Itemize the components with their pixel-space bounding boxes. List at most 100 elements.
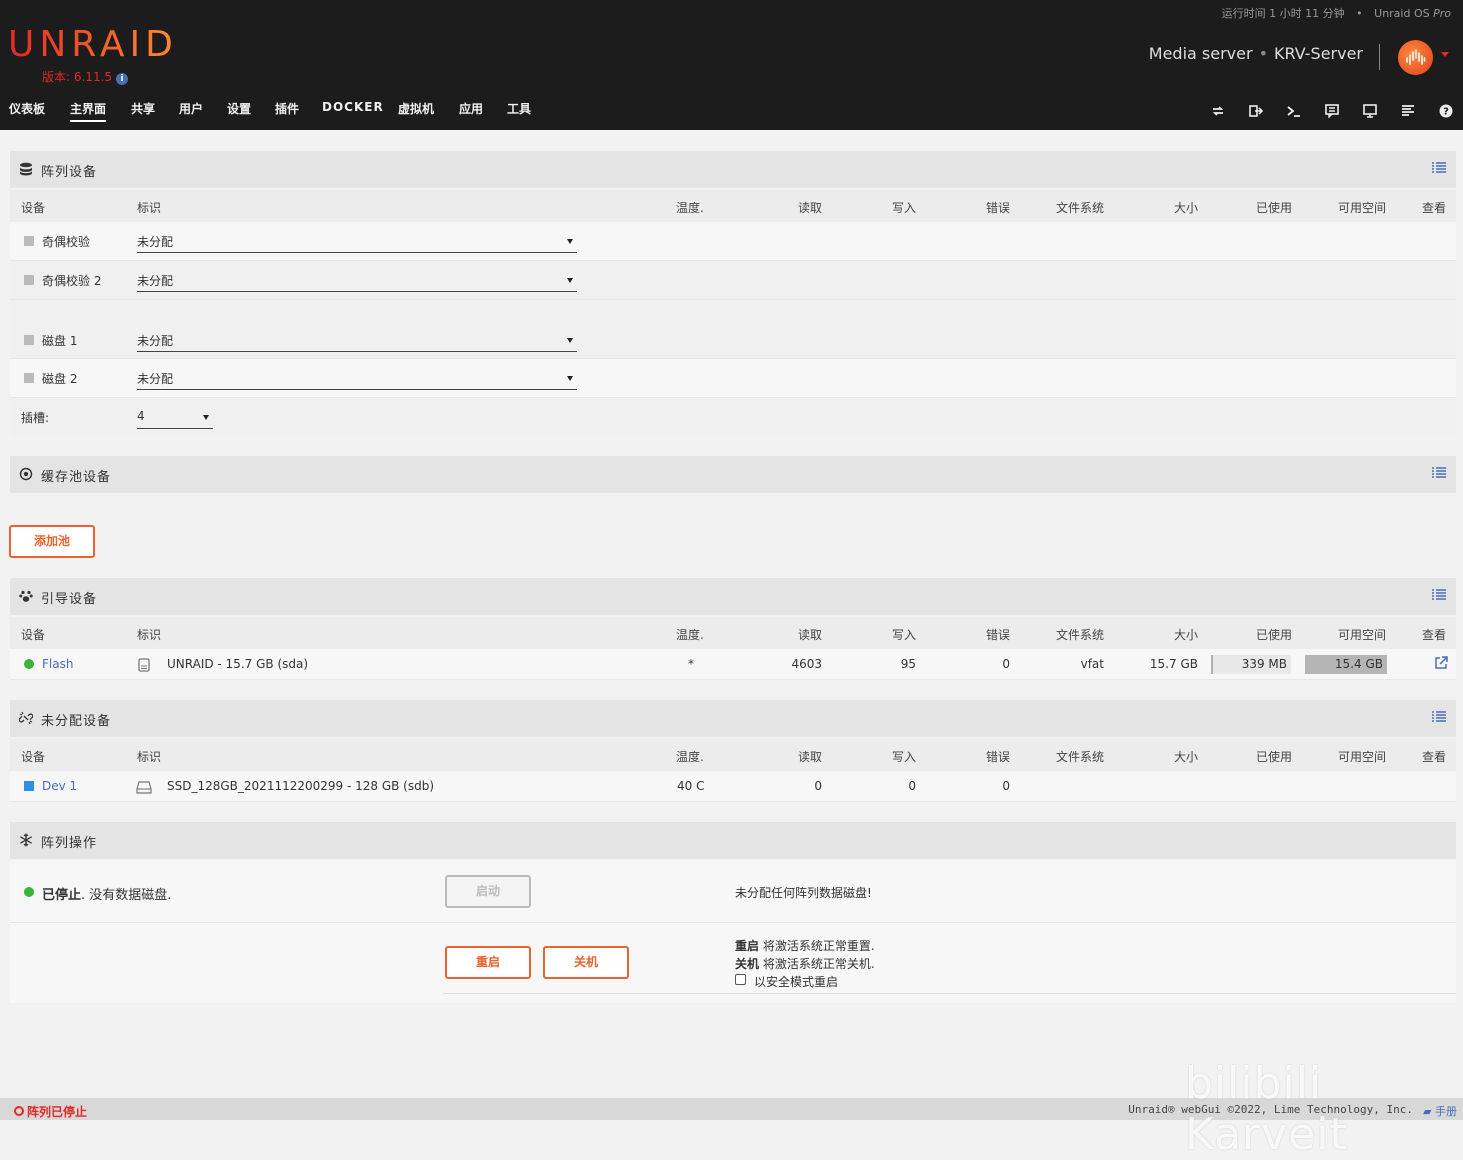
boot-used: 339 MB [1241,657,1287,671]
col-reads: 读取 [797,628,822,642]
hard-drive-icon [136,781,152,794]
list-view-icon[interactable] [1432,711,1446,723]
array-devices-panel-title: 阵列设备 [10,151,1456,188]
reboot-button[interactable]: 重启 [445,946,531,979]
disk2-select[interactable]: 未分配 [137,367,577,390]
user-avatar[interactable] [1398,40,1433,75]
flash-device-link[interactable]: Flash [42,657,73,671]
caret-down-icon [567,239,573,244]
feedback-icon[interactable] [1325,104,1339,118]
logout-icon[interactable] [1249,104,1263,118]
boot-size: 15.7 GB [1149,657,1198,671]
bilibili-watermark: bilibili Karveit [1185,1058,1348,1160]
safe-mode-checkbox[interactable] [735,974,746,985]
select-value: 未分配 [137,372,174,386]
col-free: 可用空间 [1337,201,1386,215]
boot-reads: 4603 [791,657,822,671]
select-value: 未分配 [137,274,174,288]
device-name: 磁盘 1 [42,334,78,348]
free-bar: 15.4 GB [1305,655,1387,674]
caret-down-icon [567,338,573,343]
col-identification: 标识 [137,750,162,764]
snowflake-icon [20,833,32,847]
device-standby-icon [24,781,34,791]
col-used: 已使用 [1255,628,1292,642]
list-view-icon[interactable] [1432,467,1446,479]
paw-icon [19,590,33,602]
external-link-icon[interactable] [1434,656,1448,670]
col-used: 已使用 [1255,201,1292,215]
col-size: 大小 [1173,750,1198,764]
col-identification: 标识 [137,628,162,642]
unraid-logo[interactable]: UNRAID [8,24,178,65]
list-view-icon[interactable] [1432,589,1446,601]
nav-plugins[interactable]: 插件 [275,100,299,117]
uptime-bar: 运行时间 1 小时 11 分钟 • Unraid OS Pro [1221,7,1451,20]
device-name: 磁盘 2 [42,372,78,386]
boot-errors: 0 [1002,657,1010,671]
nav-settings[interactable]: 设置 [227,100,251,117]
col-view: 查看 [1421,628,1446,642]
parity2-select[interactable]: 未分配 [137,269,577,292]
device-status-icon [24,236,34,246]
reboot-note-bold: 重启 [735,939,760,953]
col-free: 可用空间 [1337,628,1386,642]
shutdown-note-bold: 关机 [735,957,760,971]
dev1-errors: 0 [1002,779,1010,793]
boot-temp: * [688,657,694,671]
unraid-avatar-icon [1406,49,1426,65]
terminal-icon[interactable] [1287,104,1301,118]
col-writes: 写入 [891,750,916,764]
parity-select[interactable]: 未分配 [137,230,577,253]
switch-language-icon[interactable] [1211,104,1225,118]
info-monitor-icon[interactable] [1363,104,1377,118]
start-array-button[interactable]: 启动 [445,875,531,908]
safe-mode-label: 以安全模式重启 [754,975,839,989]
dev1-ident: SSD_128GB_2021112200299 - 128 GB (sdb) [167,779,435,793]
disk1-select[interactable]: 未分配 [137,329,577,352]
col-temp: 温度. [676,750,704,764]
col-fs: 文件系统 [1055,750,1104,764]
nav-vms[interactable]: 虚拟机 [398,100,434,117]
log-icon[interactable] [1401,104,1415,118]
nav-shares[interactable]: 共享 [131,100,155,117]
disc-icon [19,467,33,481]
shutdown-button[interactable]: 关机 [543,946,629,979]
col-reads: 读取 [797,750,822,764]
svg-text:?: ? [1443,107,1449,118]
device-name: 奇偶校验 [42,235,91,249]
divider [443,993,1456,994]
col-temp: 温度. [676,201,704,215]
add-pool-button[interactable]: 添加池 [9,525,95,558]
nav-dashboard[interactable]: 仪表板 [9,100,45,117]
help-icon[interactable]: ? [1439,104,1453,118]
array-start-row: 已停止. 没有数据磁盘. 启动 未分配任何阵列数据磁盘! [10,860,1456,923]
select-value: 未分配 [137,235,174,249]
info-icon[interactable]: i [116,73,129,85]
nav-apps[interactable]: 应用 [459,100,483,117]
select-value: 4 [137,409,145,423]
nav-docker[interactable]: DOCKER [322,100,384,114]
boot-fs: vfat [1080,657,1104,671]
edition-text: Unraid OS [1374,7,1430,20]
nav-tools[interactable]: 工具 [507,100,531,117]
server-name: KRV-Server [1274,44,1363,63]
chevron-down-icon[interactable] [1441,52,1449,57]
list-view-icon[interactable] [1432,162,1446,174]
pool-devices-panel-title: 缓存池设备 [10,456,1456,493]
shutdown-note-text: 将激活系统正常关机. [759,957,875,971]
boot-writes: 95 [900,657,916,671]
col-fs: 文件系统 [1055,201,1104,215]
dev1-device-link[interactable]: Dev 1 [42,779,77,793]
panel-title: 未分配设备 [41,714,112,729]
col-device: 设备 [21,628,46,642]
array-status-rest: . 没有数据磁盘. [81,888,172,903]
nav-users[interactable]: 用户 [179,100,203,117]
col-reads: 读取 [797,201,822,215]
nav-main[interactable]: 主界面 [70,100,107,122]
panel-title: 阵列设备 [41,165,98,180]
caret-down-icon [567,376,573,381]
col-temp: 温度. [676,628,704,642]
array-operation-panel-title: 阵列操作 [10,822,1456,859]
slots-select[interactable]: 4 [137,406,213,429]
